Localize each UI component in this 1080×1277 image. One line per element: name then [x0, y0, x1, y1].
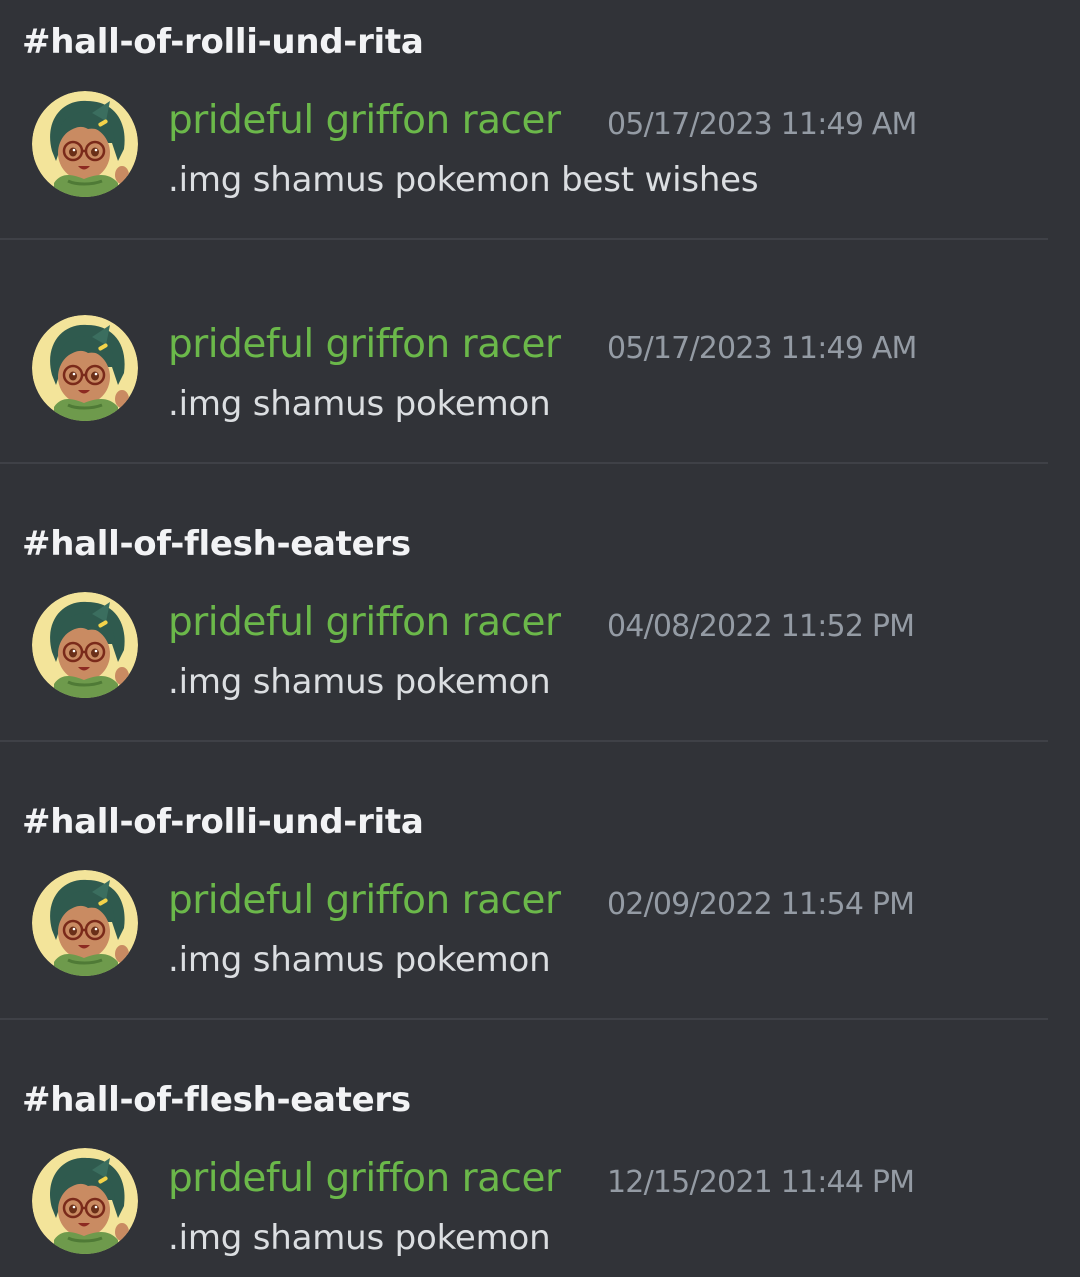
message-timestamp: 12/15/2021 11:44 PM [607, 1165, 915, 1200]
author-name[interactable]: prideful griffon racer [168, 878, 561, 923]
user-avatar[interactable] [32, 1148, 138, 1254]
channel-name[interactable]: #hall-of-flesh-eaters [22, 1080, 411, 1120]
avatar-icon [32, 870, 138, 976]
author-name[interactable]: prideful griffon racer [168, 98, 561, 143]
user-avatar[interactable] [32, 592, 138, 698]
avatar-icon [32, 592, 138, 698]
channel-name[interactable]: #hall-of-rolli-und-rita [22, 802, 424, 842]
message-content: .img shamus pokemon best wishes [168, 160, 759, 200]
avatar-icon [32, 1148, 138, 1254]
user-avatar[interactable] [32, 315, 138, 421]
message-content: .img shamus pokemon [168, 384, 551, 424]
author-name[interactable]: prideful griffon racer [168, 1156, 561, 1201]
message-timestamp: 05/17/2023 11:49 AM [607, 331, 917, 366]
result-divider [0, 740, 1048, 742]
message-content: .img shamus pokemon [168, 940, 551, 980]
message-timestamp: 05/17/2023 11:49 AM [607, 107, 917, 142]
author-name[interactable]: prideful griffon racer [168, 600, 561, 645]
user-avatar[interactable] [32, 870, 138, 976]
message-timestamp: 04/08/2022 11:52 PM [607, 609, 915, 644]
message-content: .img shamus pokemon [168, 1218, 551, 1258]
result-divider [0, 1018, 1048, 1020]
author-name[interactable]: prideful griffon racer [168, 322, 561, 367]
user-avatar[interactable] [32, 91, 138, 197]
result-divider [0, 462, 1048, 464]
result-divider [0, 238, 1048, 240]
avatar-icon [32, 315, 138, 421]
avatar-icon [32, 91, 138, 197]
channel-name[interactable]: #hall-of-flesh-eaters [22, 524, 411, 564]
channel-name[interactable]: #hall-of-rolli-und-rita [22, 22, 424, 62]
message-timestamp: 02/09/2022 11:54 PM [607, 887, 915, 922]
message-content: .img shamus pokemon [168, 662, 551, 702]
